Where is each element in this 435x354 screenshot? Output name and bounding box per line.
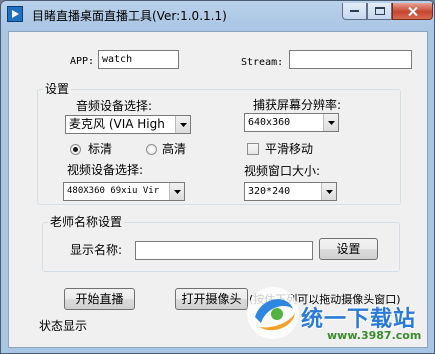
video-device-select[interactable]: 480X360 69xiu Vir xyxy=(63,182,185,201)
teacher-name-group-title: 老师名称设置 xyxy=(48,215,125,229)
quality-high-radio[interactable] xyxy=(146,144,157,155)
app-icon xyxy=(7,6,23,22)
chevron-down-icon xyxy=(321,183,336,200)
display-name-input[interactable] xyxy=(135,241,313,260)
stream-label: Stream: xyxy=(241,57,284,68)
maximize-button[interactable] xyxy=(367,3,392,20)
app-label: APP: xyxy=(70,56,95,67)
capture-resolution-label: 捕获屏幕分辨率: xyxy=(253,98,342,112)
quality-standard-radio[interactable] xyxy=(70,144,81,155)
video-window-size-label: 视频窗口大小: xyxy=(244,164,321,178)
audio-device-value: 麦克风 (VIA High xyxy=(69,117,165,131)
open-camera-button[interactable]: 打开摄像头 xyxy=(175,288,248,310)
set-name-button[interactable]: 设置 xyxy=(319,238,378,260)
audio-device-label: 音频设备选择: xyxy=(76,99,153,113)
quality-high-label[interactable]: 高清 xyxy=(162,142,186,156)
start-live-button[interactable]: 开始直播 xyxy=(64,288,135,310)
close-button[interactable] xyxy=(392,3,433,20)
capture-resolution-value: 640x360 xyxy=(248,117,291,128)
stream-input[interactable] xyxy=(289,50,412,69)
smooth-move-checkbox[interactable] xyxy=(247,143,259,155)
client-area: APP: watch Stream: 设置 音频设备选择: 麦克风 (VIA H… xyxy=(8,31,428,348)
video-device-value: 480X360 69xiu Vir xyxy=(67,186,160,196)
app-input[interactable]: watch xyxy=(98,50,179,69)
settings-group-title: 设置 xyxy=(43,82,72,96)
chevron-down-icon xyxy=(175,116,190,133)
chevron-down-icon xyxy=(323,114,338,131)
camera-drag-hint: (按住下列可以拖动摄像头窗口) xyxy=(249,293,401,306)
status-label: 状态显示 xyxy=(39,319,88,333)
minimize-button[interactable] xyxy=(342,3,367,20)
main-window: 目睹直播桌面直播工具(Ver:1.0.1.1) APP: watch Strea… xyxy=(0,0,435,354)
capture-resolution-select[interactable]: 640x360 xyxy=(244,113,339,132)
title-bar[interactable]: 目睹直播桌面直播工具(Ver:1.0.1.1) xyxy=(1,1,434,29)
chevron-down-icon xyxy=(169,183,184,200)
audio-device-select[interactable]: 麦克风 (VIA High xyxy=(65,115,191,134)
video-device-label: 视频设备选择: xyxy=(67,163,144,177)
quality-standard-label[interactable]: 标清 xyxy=(88,142,112,156)
smooth-move-label[interactable]: 平滑移动 xyxy=(265,142,313,156)
video-window-size-select[interactable]: 320*240 xyxy=(244,182,337,201)
window-title: 目睹直播桌面直播工具(Ver:1.0.1.1) xyxy=(32,9,227,23)
video-window-size-value: 320*240 xyxy=(248,186,291,197)
display-name-label: 显示名称: xyxy=(70,243,123,257)
